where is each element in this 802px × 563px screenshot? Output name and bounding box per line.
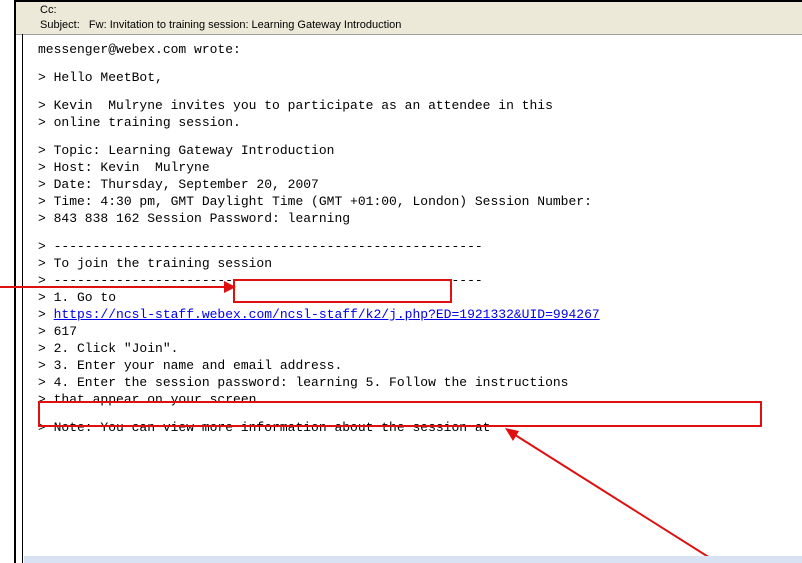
- bottom-scroll-strip[interactable]: [24, 556, 802, 563]
- annotation-arrows: [0, 281, 719, 563]
- link-arrow-head: [505, 428, 519, 441]
- password-arrow-head: [224, 281, 236, 293]
- link-arrow-line: [511, 432, 719, 563]
